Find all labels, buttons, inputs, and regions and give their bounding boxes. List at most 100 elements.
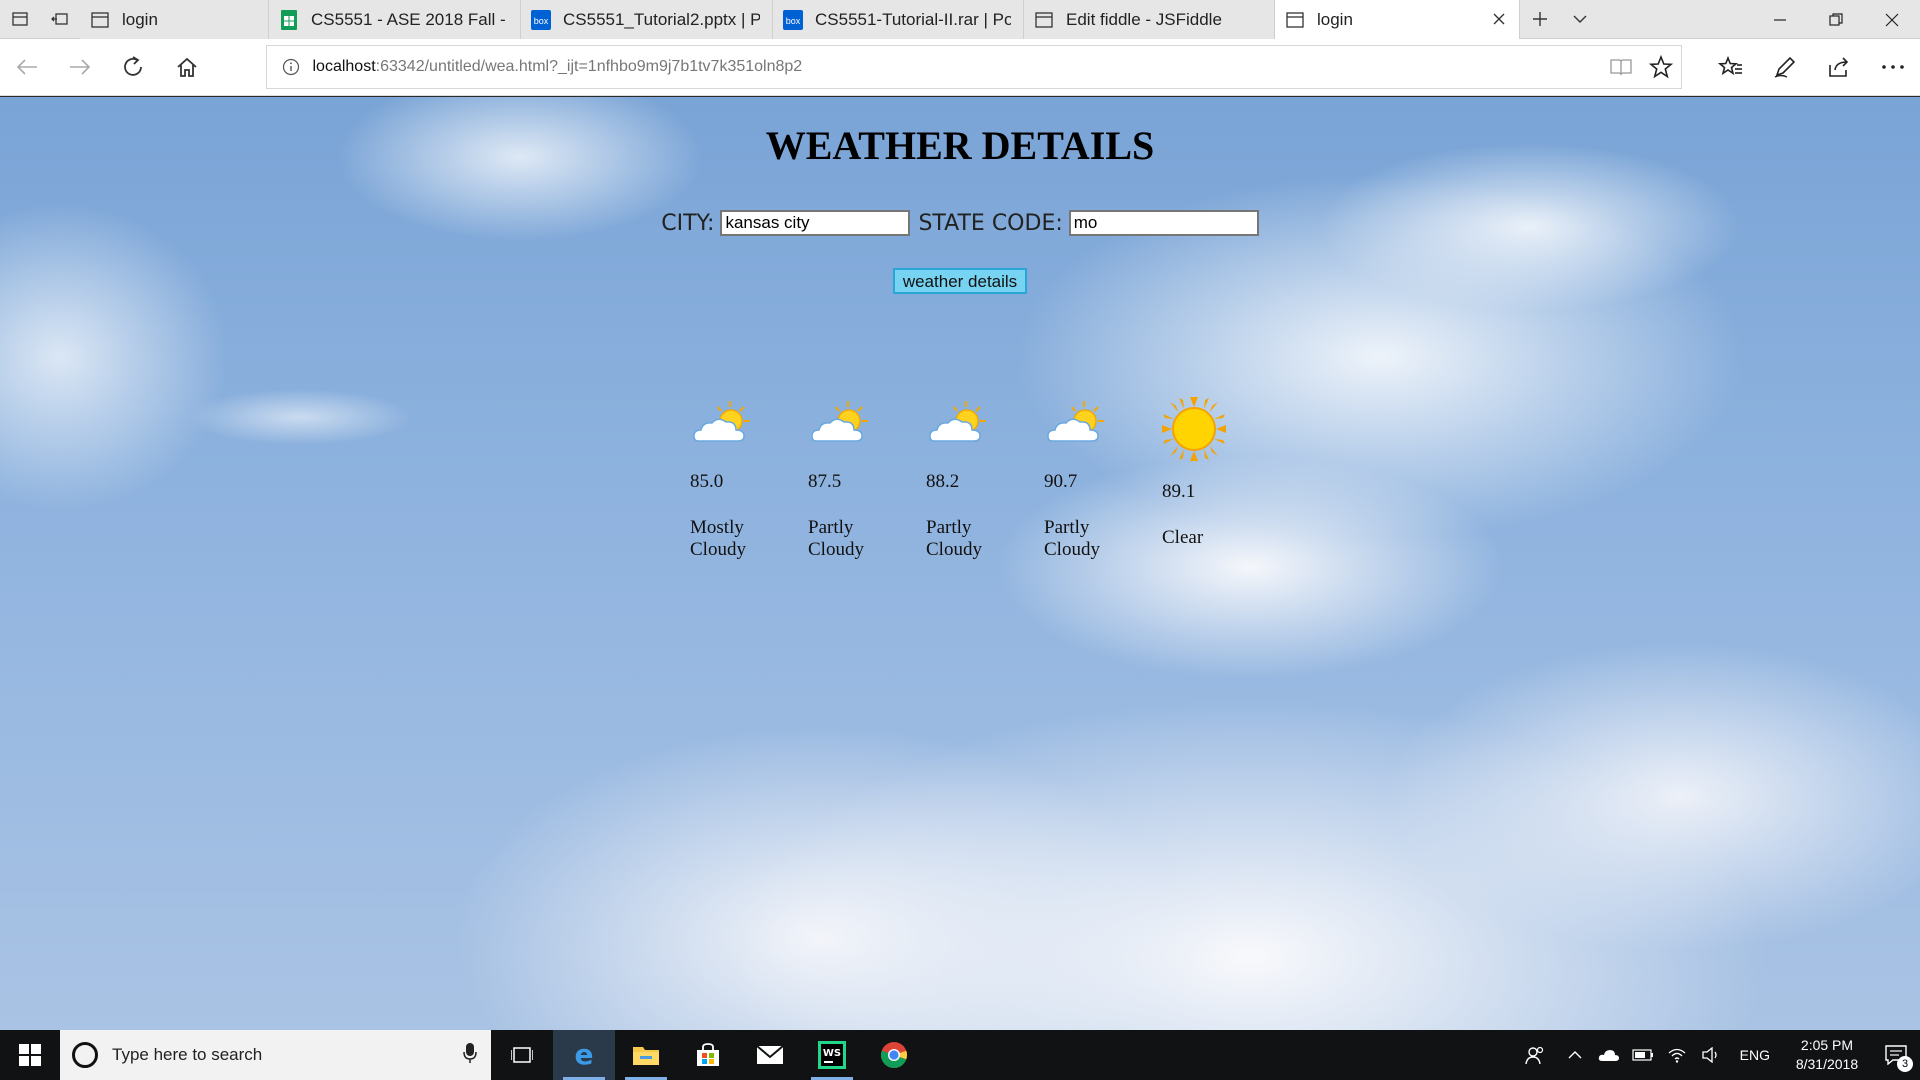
- temperature: 90.7: [1044, 471, 1078, 492]
- search-placeholder: Type here to search: [112, 1045, 263, 1064]
- tab-label: Edit fiddle - JSFiddle: [1066, 9, 1222, 29]
- webstorm-icon[interactable]: WS: [801, 1030, 863, 1080]
- url-path: :63342/untitled/wea.html?_ijt=1nfhbo9m9j…: [375, 58, 803, 75]
- tab-tutorial2-pptx[interactable]: box CS5551_Tutorial2.pptx | Pov: [521, 0, 773, 39]
- tab-label: CS5551-Tutorial-II.rar | Pow: [815, 9, 1011, 29]
- refresh-icon[interactable]: [107, 39, 160, 96]
- language-indicator[interactable]: ENG: [1728, 1047, 1782, 1063]
- minimize-icon[interactable]: [1752, 0, 1808, 39]
- info-icon[interactable]: [281, 57, 301, 77]
- forecast-day: 90.7 Partly Cloudy: [1044, 397, 1162, 561]
- file-explorer-icon[interactable]: [615, 1030, 677, 1080]
- new-tab-icon[interactable]: [1520, 0, 1560, 39]
- pen-notes-icon[interactable]: [1758, 39, 1812, 96]
- box-icon: box: [531, 9, 551, 30]
- temperature: 87.5: [808, 471, 842, 492]
- wifi-icon[interactable]: [1660, 1030, 1694, 1080]
- onedrive-cloud-icon[interactable]: [1592, 1030, 1626, 1080]
- page-icon: [90, 10, 110, 30]
- forecast-day: 88.2 Partly Cloudy: [926, 397, 1044, 561]
- svg-text:box: box: [786, 16, 801, 26]
- temperature: 88.2: [926, 471, 960, 492]
- task-view-icon[interactable]: [491, 1030, 553, 1080]
- address-bar[interactable]: localhost:63342/untitled/wea.html?_ijt=1…: [265, 45, 1683, 89]
- more-options-icon[interactable]: [1866, 39, 1920, 96]
- condition: Mostly Cloudy: [690, 517, 746, 560]
- back-arrow-icon[interactable]: [0, 39, 53, 96]
- tab-jsfiddle[interactable]: Edit fiddle - JSFiddle: [1024, 0, 1275, 39]
- svg-text:e: e: [575, 1042, 594, 1068]
- state-code-label: STATE CODE:: [918, 210, 1063, 236]
- city-label: CITY:: [661, 210, 715, 236]
- city-input[interactable]: [720, 210, 911, 236]
- condition: Partly Cloudy: [926, 517, 982, 560]
- forecast-list: 85.0 Mostly Cloudy 87.5 Partly Cloudy 88…: [690, 397, 1280, 561]
- microphone-icon[interactable]: [463, 1042, 477, 1069]
- close-window-icon[interactable]: [1864, 0, 1920, 39]
- tab-manager-icon[interactable]: [0, 0, 40, 38]
- home-icon[interactable]: [160, 39, 213, 96]
- forecast-day: 89.1 Clear: [1162, 397, 1280, 561]
- tab-login-active[interactable]: login: [1275, 0, 1520, 40]
- restore-icon[interactable]: [1808, 0, 1864, 39]
- svg-text:WS: WS: [823, 1048, 841, 1059]
- set-tabs-aside-icon[interactable]: [40, 0, 80, 38]
- tab-label: CS5551 - ASE 2018 Fall - Gc: [311, 9, 508, 29]
- edge-browser-icon[interactable]: e: [553, 1030, 615, 1080]
- chevron-down-icon[interactable]: [1560, 0, 1600, 39]
- cortana-icon: [72, 1042, 98, 1068]
- tab-label: login: [122, 9, 158, 29]
- chevron-up-icon[interactable]: [1558, 1030, 1592, 1080]
- clock-date: 8/31/2018: [1795, 1056, 1859, 1072]
- temperature: 85.0: [690, 471, 724, 492]
- partly-cloudy-icon: [690, 397, 754, 451]
- taskbar-search-box[interactable]: Type here to search: [60, 1030, 491, 1080]
- notification-count-badge: 3: [1897, 1056, 1913, 1072]
- page-title: WEATHER DETAILS: [765, 123, 1155, 168]
- tab-strip: login CS5551 - ASE 2018 Fall - Gc box CS…: [0, 0, 1920, 40]
- store-icon[interactable]: [677, 1030, 739, 1080]
- url-host: localhost: [312, 58, 376, 75]
- tab-label: CS5551_Tutorial2.pptx | Pov: [563, 9, 760, 29]
- temperature: 89.1: [1162, 481, 1196, 502]
- battery-icon[interactable]: [1626, 1030, 1660, 1080]
- sheets-icon: [279, 9, 299, 30]
- forecast-day: 85.0 Mostly Cloudy: [690, 397, 808, 561]
- share-icon[interactable]: [1812, 39, 1866, 96]
- favorites-icon[interactable]: [1704, 39, 1758, 96]
- state-code-input[interactable]: [1068, 210, 1259, 236]
- box-icon: box: [783, 9, 803, 30]
- weather-details-button[interactable]: weather details: [892, 268, 1028, 294]
- svg-text:box: box: [534, 16, 549, 26]
- forecast-day: 87.5 Partly Cloudy: [808, 397, 926, 561]
- reading-view-icon[interactable]: [1601, 46, 1641, 88]
- page-icon: [1034, 10, 1054, 30]
- forward-arrow-icon[interactable]: [53, 39, 106, 96]
- system-clock[interactable]: 2:05 PM 8/31/2018: [1782, 1036, 1872, 1074]
- web-page: WEATHER DETAILS CITY: STATE CODE: weathe…: [0, 97, 1920, 1030]
- chrome-icon[interactable]: [863, 1030, 925, 1080]
- condition: Clear: [1162, 527, 1204, 548]
- tab-tutorial-ii-rar[interactable]: box CS5551-Tutorial-II.rar | Pow: [773, 0, 1024, 39]
- tab-login-1[interactable]: login: [80, 0, 269, 39]
- partly-cloudy-icon: [926, 397, 990, 451]
- location-form: CITY: STATE CODE:: [0, 210, 1920, 236]
- partly-cloudy-icon: [808, 397, 872, 451]
- clock-time: 2:05 PM: [1800, 1037, 1854, 1053]
- tab-sheets[interactable]: CS5551 - ASE 2018 Fall - Gc: [269, 0, 521, 39]
- action-center-icon[interactable]: 3: [1872, 1030, 1920, 1080]
- condition: Partly Cloudy: [808, 517, 864, 560]
- tab-label: login: [1317, 10, 1353, 29]
- sun-icon: [1162, 397, 1226, 461]
- page-icon: [1285, 10, 1305, 30]
- people-icon[interactable]: [1518, 1030, 1552, 1080]
- volume-icon[interactable]: [1694, 1030, 1728, 1080]
- condition: Partly Cloudy: [1044, 517, 1100, 560]
- partly-cloudy-icon: [1044, 397, 1108, 451]
- close-tab-icon[interactable]: [1489, 9, 1509, 29]
- windows-start-icon[interactable]: [0, 1030, 60, 1080]
- taskbar: Type here to search e WS ENG 2:05 PM 8/3…: [0, 1030, 1920, 1080]
- favorite-star-icon[interactable]: [1641, 46, 1681, 88]
- mail-icon[interactable]: [739, 1030, 801, 1080]
- navigation-bar: localhost:63342/untitled/wea.html?_ijt=1…: [0, 39, 1920, 96]
